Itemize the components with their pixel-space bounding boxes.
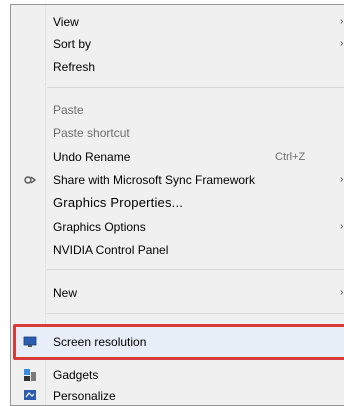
- menu-item-graphics-properties[interactable]: Graphics Properties...: [13, 192, 344, 214]
- menu-item-refresh[interactable]: Refresh: [13, 56, 344, 78]
- menu-item-label: NVIDIA Control Panel: [53, 243, 169, 257]
- menu-item-label: Graphics Options: [53, 220, 146, 234]
- menu-item-label: Refresh: [53, 60, 96, 74]
- submenu-arrow-icon: ›: [340, 221, 344, 232]
- menu-item-sort-by[interactable]: Sort by ›: [13, 33, 344, 55]
- menu-separator: [47, 269, 344, 270]
- menu-item-label: Gadgets: [53, 368, 99, 382]
- submenu-arrow-icon: ›: [340, 174, 344, 185]
- menu-item-graphics-options[interactable]: Graphics Options ›: [13, 216, 344, 238]
- menu-item-view[interactable]: View ›: [13, 11, 344, 33]
- personalize-icon: [24, 390, 36, 400]
- menu-item-share-with[interactable]: Share with Microsoft Sync Framework ›: [13, 169, 344, 191]
- menu-item-label: Share with Microsoft Sync Framework: [53, 173, 256, 187]
- desktop-context-menu: View › Sort by › Refresh Paste Paste sho…: [10, 4, 344, 406]
- menu-item-label: Sort by: [53, 37, 92, 51]
- menu-item-nvidia-control-panel[interactable]: NVIDIA Control Panel: [13, 239, 344, 261]
- menu-item-label: Paste shortcut: [53, 126, 130, 140]
- submenu-arrow-icon: ›: [340, 16, 344, 27]
- monitor-icon: [23, 336, 37, 347]
- gadgets-icon: [24, 369, 36, 381]
- submenu-arrow-icon: ›: [340, 38, 344, 49]
- menu-item-gadgets[interactable]: Gadgets: [13, 364, 344, 386]
- menu-item-shortcut: Ctrl+Z: [275, 151, 306, 163]
- menu-item-undo[interactable]: Undo Rename Ctrl+Z: [13, 146, 344, 168]
- menu-item-new[interactable]: New ›: [13, 282, 344, 304]
- menu-item-label: Undo Rename: [53, 150, 131, 164]
- menu-item-label: New: [53, 286, 78, 300]
- menu-separator: [47, 87, 344, 88]
- menu-separator: [47, 313, 344, 314]
- menu-item-label: Screen resolution: [53, 335, 147, 349]
- sync-icon: [24, 176, 37, 184]
- menu-item-paste-shortcut[interactable]: Paste shortcut: [13, 122, 344, 144]
- menu-item-paste[interactable]: Paste: [13, 99, 344, 121]
- menu-item-screen-resolution[interactable]: Screen resolution: [13, 331, 344, 353]
- menu-item-label: Graphics Properties...: [53, 195, 184, 210]
- submenu-arrow-icon: ›: [340, 287, 344, 298]
- menu-item-label: Paste: [53, 103, 84, 117]
- menu-item-label: View: [53, 15, 79, 29]
